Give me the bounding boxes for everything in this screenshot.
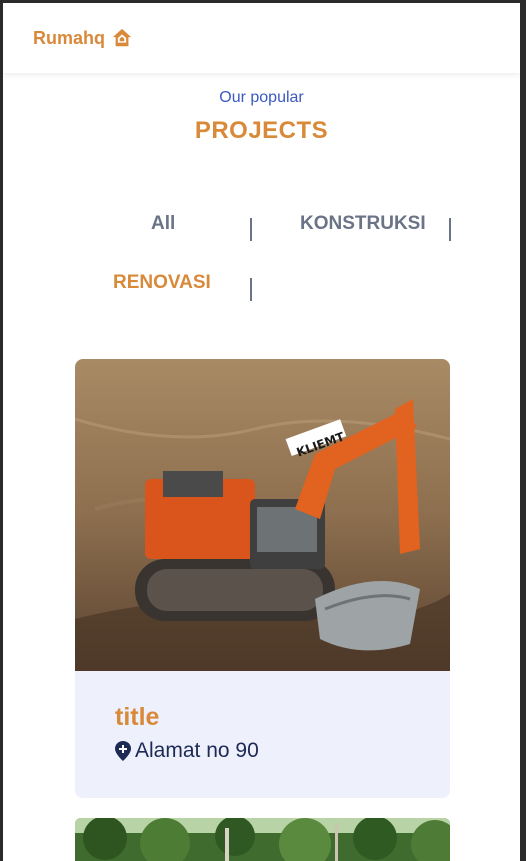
navbar: Rumahq xyxy=(3,3,520,73)
filter-divider xyxy=(250,278,252,301)
project-title: title xyxy=(115,703,160,731)
section-subtitle: Our popular xyxy=(219,89,304,106)
map-pin-icon xyxy=(115,741,131,761)
brand-name: Rumahq xyxy=(33,27,105,48)
filter-divider xyxy=(449,218,451,241)
forest-photo xyxy=(75,818,450,861)
project-card-body: title Alamat no 90 xyxy=(75,671,450,798)
house-icon xyxy=(112,28,132,47)
project-card[interactable] xyxy=(75,818,450,861)
project-address-text: Alamat no 90 xyxy=(135,739,259,762)
brand-logo[interactable]: Rumahq xyxy=(33,27,133,49)
filter-konstruksi[interactable]: KONSTRUKSI xyxy=(300,213,426,235)
filter-renovasi[interactable]: RENOVASI xyxy=(113,272,211,294)
project-address: Alamat no 90 xyxy=(115,739,259,763)
section-title: PROJECTS xyxy=(194,117,329,144)
app-frame: Rumahq Our popular PROJECTS All KONSTRUK… xyxy=(3,3,520,861)
excavator-photo: KLIEMT xyxy=(75,359,450,671)
project-card[interactable]: KLIEMT title Alamat no 90 xyxy=(75,359,450,798)
filter-divider xyxy=(250,218,252,241)
filter-all[interactable]: All xyxy=(151,213,175,235)
